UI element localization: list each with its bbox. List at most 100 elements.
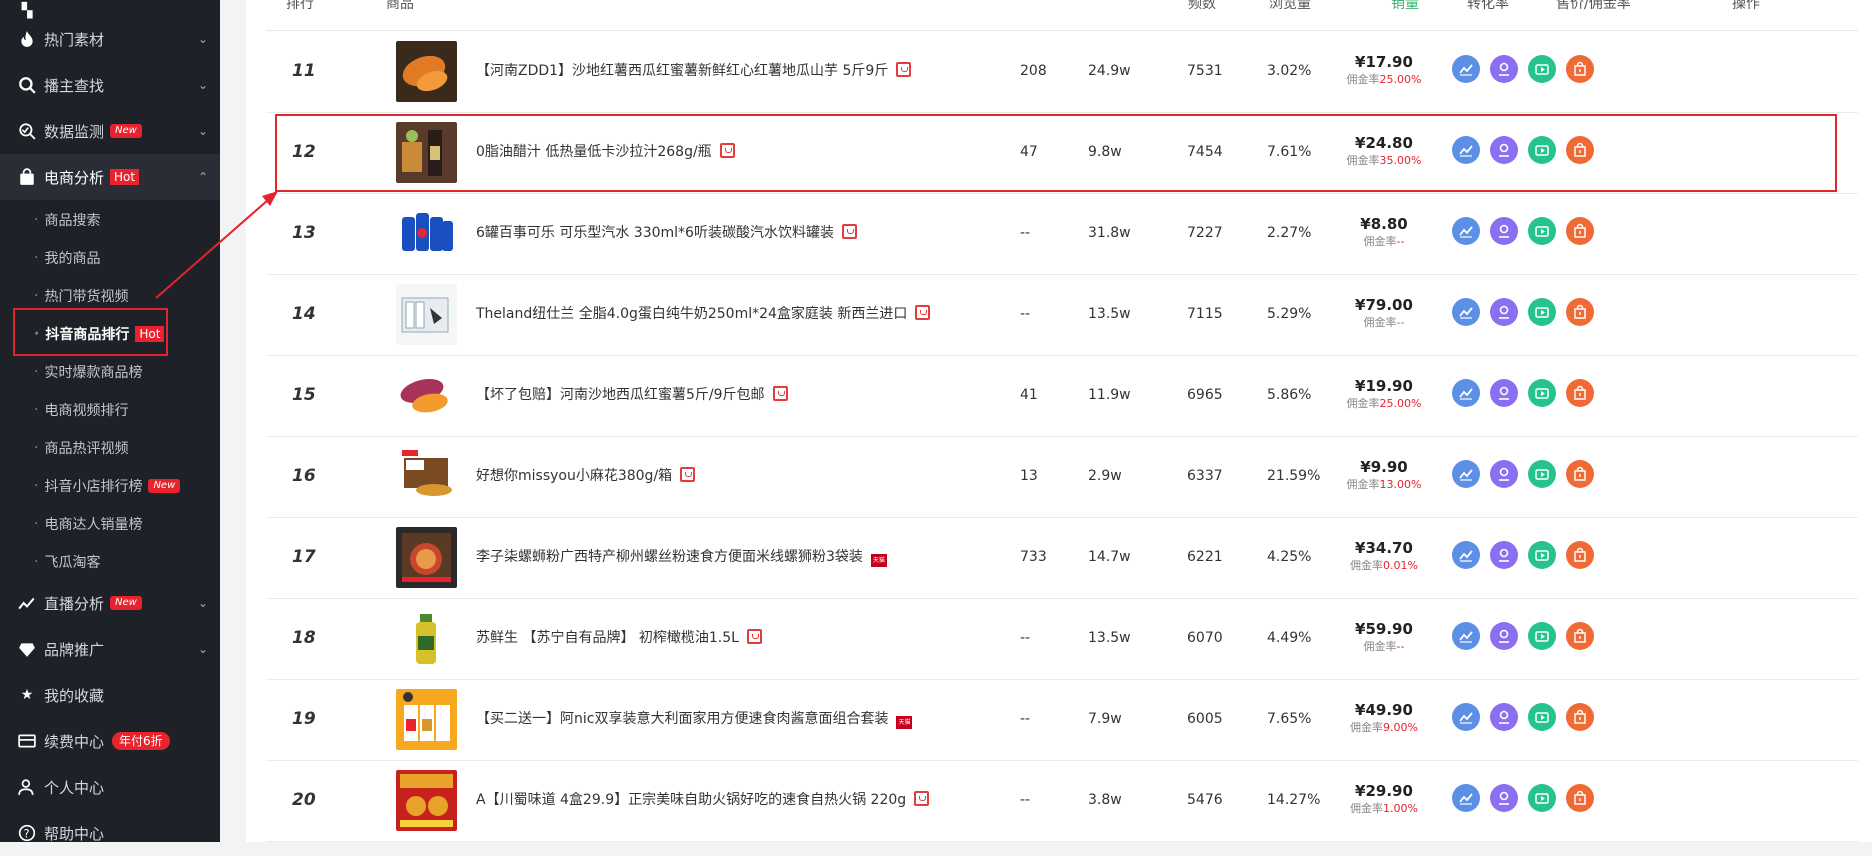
video-icon[interactable] — [1528, 541, 1556, 569]
sidebar-item-profile[interactable]: 个人中心 — [0, 764, 220, 810]
trend-chart-icon[interactable] — [1452, 298, 1480, 326]
product-title-text[interactable]: 【河南ZDD1】沙地红薯西瓜红蜜薯新鲜红心红薯地瓜山芋 5斤9斤 — [476, 63, 888, 79]
streamer-icon[interactable] — [1490, 541, 1518, 569]
shop-bag-icon[interactable] — [1566, 703, 1594, 731]
streamer-icon[interactable] — [1490, 784, 1518, 812]
header-conv[interactable]: 转化率 — [1467, 0, 1509, 13]
table-row[interactable]: 14 Theland纽仕兰 全脂4.0g蛋白纯牛奶250ml*24盒家庭装 新西兰… — [266, 274, 1858, 356]
sidebar-item-ecommerce[interactable]: 电商分析 Hot ⌃ — [0, 154, 220, 200]
price-cell: ¥34.70 佣金率0.01% — [1324, 539, 1444, 575]
shop-bag-icon[interactable] — [1566, 622, 1594, 650]
product-title-text[interactable]: 【买二送一】阿nic双享装意大利面家用方便速食肉酱意面组合套装 — [476, 711, 888, 727]
video-icon[interactable] — [1528, 622, 1556, 650]
store-icon — [746, 629, 762, 644]
video-icon[interactable] — [1528, 298, 1556, 326]
product-thumbnail[interactable] — [396, 608, 457, 669]
product-title-text[interactable]: A【川蜀味道 4盒29.9】正宗美味自助火锅好吃的速食自热火锅 220g — [476, 792, 906, 808]
streamer-icon[interactable] — [1490, 217, 1518, 245]
product-title[interactable]: 苏鲜生 【苏宁自有品牌】 初榨橄榄油1.5L — [476, 598, 762, 679]
sidebar-item-streamer-search[interactable]: 播主查找 ⌄ — [0, 62, 220, 108]
trend-chart-icon[interactable] — [1452, 55, 1480, 83]
table-row[interactable]: 20 A【川蜀味道 4盒29.9】正宗美味自助火锅好吃的速食自热火锅 220g --… — [266, 760, 1858, 842]
product-thumbnail[interactable] — [396, 284, 457, 345]
header-price[interactable]: 售价/佣金率 — [1556, 0, 1631, 13]
sidebar-subitem[interactable]: · 飞瓜淘客 — [0, 543, 220, 581]
product-title-text[interactable]: 【坏了包赔】河南沙地西瓜红蜜薯5斤/9斤包邮 — [476, 387, 765, 403]
shop-bag-icon[interactable] — [1566, 784, 1594, 812]
sidebar-subitem[interactable]: · 电商达人销量榜 — [0, 505, 220, 543]
product-title-text[interactable]: Theland纽仕兰 全脂4.0g蛋白纯牛奶250ml*24盒家庭装 新西兰进口 — [476, 306, 907, 322]
trend-chart-icon[interactable] — [1452, 460, 1480, 488]
header-freq[interactable]: 频数 — [1188, 0, 1216, 13]
sidebar-subitem[interactable]: · 电商视频排行 — [0, 391, 220, 429]
video-icon[interactable] — [1528, 703, 1556, 731]
product-title[interactable]: 【河南ZDD1】沙地红薯西瓜红蜜薯新鲜红心红薯地瓜山芋 5斤9斤 — [476, 31, 912, 112]
trend-chart-icon[interactable] — [1452, 217, 1480, 245]
streamer-icon[interactable] — [1490, 460, 1518, 488]
video-icon[interactable] — [1528, 784, 1556, 812]
product-thumbnail[interactable] — [396, 689, 457, 750]
shop-bag-icon[interactable] — [1566, 298, 1594, 326]
trend-chart-icon[interactable] — [1452, 622, 1480, 650]
video-icon[interactable] — [1528, 379, 1556, 407]
sidebar-subitem[interactable]: · 抖音小店排行榜 New — [0, 467, 220, 505]
video-icon[interactable] — [1528, 55, 1556, 83]
sidebar-item-favorites[interactable]: ★ 我的收藏 — [0, 672, 220, 718]
sidebar-item-renewal[interactable]: 续费中心 年付6折 — [0, 718, 220, 764]
product-thumbnail[interactable] — [396, 365, 457, 426]
product-thumbnail[interactable] — [396, 527, 457, 588]
product-title[interactable]: A【川蜀味道 4盒29.9】正宗美味自助火锅好吃的速食自热火锅 220g — [476, 760, 930, 841]
shop-bag-icon[interactable] — [1566, 460, 1594, 488]
table-row[interactable]: 17 李子柒螺蛳粉广西特产柳州螺丝粉速食方便面米线螺狮粉3袋装 天猫 733 14.7w… — [266, 517, 1858, 599]
product-title-text[interactable]: 李子柒螺蛳粉广西特产柳州螺丝粉速食方便面米线螺狮粉3袋装 — [476, 549, 863, 565]
header-views[interactable]: 浏览量 — [1269, 0, 1311, 13]
sidebar-item-label: 热门素材 — [44, 30, 105, 49]
product-title[interactable]: 【坏了包赔】河南沙地西瓜红蜜薯5斤/9斤包邮 — [476, 355, 788, 436]
product-thumbnail[interactable] — [396, 770, 457, 831]
shop-bag-icon[interactable] — [1566, 541, 1594, 569]
table-row[interactable]: 19 【买二送一】阿nic双享装意大利面家用方便速食肉酱意面组合套装 天猫 -- 7.9… — [266, 679, 1858, 761]
table-row[interactable]: 15 【坏了包赔】河南沙地西瓜红蜜薯5斤/9斤包邮 41 11.9w 6965 5.86%… — [266, 355, 1858, 437]
sidebar-item-help[interactable]: ? 帮助中心 — [0, 810, 220, 856]
table-row[interactable]: 18 苏鲜生 【苏宁自有品牌】 初榨橄榄油1.5L -- 13.5w 6070 4.49%… — [266, 598, 1858, 680]
product-thumbnail[interactable] — [396, 203, 457, 264]
product-title-text[interactable]: 苏鲜生 【苏宁自有品牌】 初榨橄榄油1.5L — [476, 630, 739, 646]
product-title[interactable]: Theland纽仕兰 全脂4.0g蛋白纯牛奶250ml*24盒家庭装 新西兰进口 — [476, 274, 931, 355]
sidebar-item-brand[interactable]: 品牌推广 ⌄ — [0, 626, 220, 672]
header-sales[interactable]: 销量 — [1391, 0, 1419, 13]
sidebar-item-live-analysis[interactable]: 直播分析 New ⌄ — [0, 580, 220, 626]
sidebar-item-hot-materials[interactable]: 热门素材 ⌄ — [0, 16, 220, 62]
product-title[interactable]: 【买二送一】阿nic双享装意大利面家用方便速食肉酱意面组合套装 天猫 — [476, 679, 913, 760]
product-thumbnail[interactable] — [396, 446, 457, 507]
sidebar-subitem[interactable]: · 我的商品 — [0, 239, 220, 277]
product-title[interactable]: 李子柒螺蛳粉广西特产柳州螺丝粉速食方便面米线螺狮粉3袋装 天猫 — [476, 517, 887, 598]
product-title-text[interactable]: 6罐百事可乐 可乐型汽水 330ml*6听装碳酸汽水饮料罐装 — [476, 225, 834, 241]
video-icon[interactable] — [1528, 217, 1556, 245]
product-title[interactable]: 6罐百事可乐 可乐型汽水 330ml*6听装碳酸汽水饮料罐装 — [476, 193, 857, 274]
sidebar-subitem[interactable]: · 商品搜索 — [0, 201, 220, 239]
streamer-icon[interactable] — [1490, 622, 1518, 650]
table-row[interactable]: 16 好想你missyou小麻花380g/箱 13 2.9w 6337 21.59% ¥9.… — [266, 436, 1858, 518]
trend-chart-icon[interactable] — [1452, 784, 1480, 812]
trend-chart-icon[interactable] — [1452, 541, 1480, 569]
product-title-text[interactable]: 好想你missyou小麻花380g/箱 — [476, 468, 672, 484]
streamer-icon[interactable] — [1490, 703, 1518, 731]
streamer-icon[interactable] — [1490, 298, 1518, 326]
trend-chart-icon[interactable] — [1452, 379, 1480, 407]
streamer-icon[interactable] — [1490, 55, 1518, 83]
trend-chart-icon[interactable] — [1452, 703, 1480, 731]
streamer-icon[interactable] — [1490, 379, 1518, 407]
video-icon[interactable] — [1528, 460, 1556, 488]
sidebar-subitem[interactable]: · 商品热评视频 — [0, 429, 220, 467]
shop-bag-icon[interactable] — [1566, 55, 1594, 83]
table-row[interactable]: 13 6罐百事可乐 可乐型汽水 330ml*6听装碳酸汽水饮料罐装 -- 31.8w 7… — [266, 193, 1858, 275]
product-title[interactable]: 好想你missyou小麻花380g/箱 — [476, 436, 696, 517]
sidebar-item-label: 数据监测 — [44, 122, 105, 141]
sidebar-subitem[interactable]: · 实时爆款商品榜 — [0, 353, 220, 391]
sidebar-item-data-monitor[interactable]: 数据监测 New ⌄ — [0, 108, 220, 154]
header-rank[interactable]: 排行 — [286, 0, 314, 13]
product-thumbnail[interactable] — [396, 41, 457, 102]
table-row[interactable]: 11 【河南ZDD1】沙地红薯西瓜红蜜薯新鲜红心红薯地瓜山芋 5斤9斤 208 24.… — [266, 31, 1858, 113]
shop-bag-icon[interactable] — [1566, 379, 1594, 407]
shop-bag-icon[interactable] — [1566, 217, 1594, 245]
